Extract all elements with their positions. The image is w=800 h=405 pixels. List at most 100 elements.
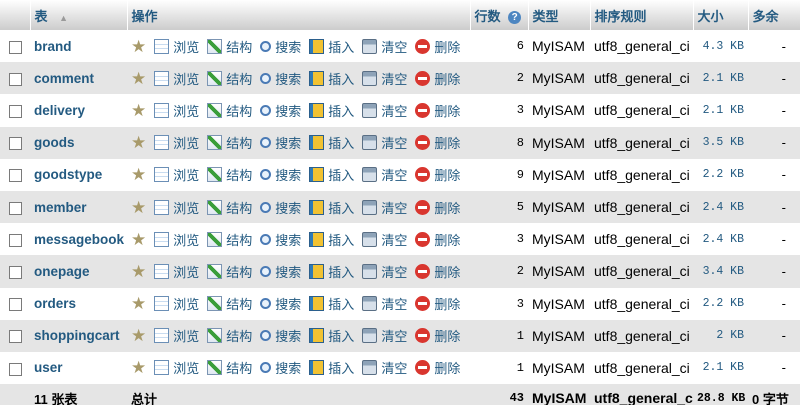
insert-label[interactable]: 插入 — [328, 165, 354, 184]
search-action[interactable]: 搜索 — [260, 294, 301, 313]
table-name-header-label[interactable]: 表 — [35, 9, 48, 24]
empty-label[interactable]: 清空 — [381, 165, 407, 184]
row-checkbox[interactable] — [9, 330, 22, 344]
empty-label[interactable]: 清空 — [381, 262, 407, 281]
search-action[interactable]: 搜索 — [260, 230, 301, 249]
empty-action[interactable]: 清空 — [362, 294, 407, 313]
drop-action[interactable]: 删除 — [415, 230, 460, 249]
table-size[interactable]: 2 KB — [693, 320, 748, 352]
structure-action[interactable]: 结构 — [207, 37, 252, 56]
browse-action[interactable]: 浏览 — [154, 198, 199, 217]
row-checkbox[interactable] — [9, 169, 22, 183]
empty-action[interactable]: 清空 — [362, 230, 407, 249]
star-icon[interactable]: ★ — [131, 295, 146, 312]
size-column-header[interactable]: 大小 — [693, 0, 749, 30]
insert-action[interactable]: 插入 — [309, 133, 354, 152]
structure-action[interactable]: 结构 — [207, 326, 252, 345]
insert-label[interactable]: 插入 — [328, 37, 354, 56]
browse-action[interactable]: 浏览 — [154, 37, 199, 56]
table-size[interactable]: 3.5 KB — [693, 127, 748, 159]
structure-action[interactable]: 结构 — [207, 358, 252, 377]
table-size[interactable]: 3.4 KB — [693, 255, 748, 287]
search-label[interactable]: 搜索 — [275, 230, 301, 249]
sort-ascending-icon[interactable]: ▲ — [59, 13, 68, 23]
structure-label[interactable]: 结构 — [226, 230, 252, 249]
star-icon[interactable]: ★ — [131, 70, 146, 87]
drop-label[interactable]: 删除 — [434, 133, 460, 152]
browse-action[interactable]: 浏览 — [154, 165, 199, 184]
structure-label[interactable]: 结构 — [226, 294, 252, 313]
structure-action[interactable]: 结构 — [207, 165, 252, 184]
search-label[interactable]: 搜索 — [275, 198, 301, 217]
browse-label[interactable]: 浏览 — [173, 69, 199, 88]
browse-label[interactable]: 浏览 — [173, 326, 199, 345]
empty-action[interactable]: 清空 — [362, 198, 407, 217]
structure-action[interactable]: 结构 — [207, 262, 252, 281]
search-action[interactable]: 搜索 — [260, 326, 301, 345]
row-checkbox[interactable] — [9, 298, 22, 312]
rows-column-header[interactable]: 行数 ? — [470, 0, 529, 30]
table-name-link[interactable]: onepage — [34, 264, 90, 279]
star-icon[interactable]: ★ — [131, 327, 146, 344]
structure-label[interactable]: 结构 — [226, 165, 252, 184]
structure-label[interactable]: 结构 — [226, 133, 252, 152]
drop-action[interactable]: 删除 — [415, 133, 460, 152]
structure-action[interactable]: 结构 — [207, 133, 252, 152]
search-action[interactable]: 搜索 — [260, 37, 301, 56]
browse-action[interactable]: 浏览 — [154, 133, 199, 152]
search-action[interactable]: 搜索 — [260, 198, 301, 217]
structure-label[interactable]: 结构 — [226, 37, 252, 56]
empty-action[interactable]: 清空 — [362, 133, 407, 152]
drop-action[interactable]: 删除 — [415, 294, 460, 313]
row-checkbox[interactable] — [9, 362, 22, 376]
star-icon[interactable]: ★ — [131, 199, 146, 216]
search-label[interactable]: 搜索 — [275, 101, 301, 120]
structure-action[interactable]: 结构 — [207, 101, 252, 120]
insert-action[interactable]: 插入 — [309, 294, 354, 313]
table-size[interactable]: 2.4 KB — [693, 191, 748, 223]
browse-label[interactable]: 浏览 — [173, 294, 199, 313]
drop-action[interactable]: 删除 — [415, 165, 460, 184]
insert-label[interactable]: 插入 — [328, 69, 354, 88]
row-checkbox[interactable] — [9, 72, 22, 86]
browse-action[interactable]: 浏览 — [154, 262, 199, 281]
browse-label[interactable]: 浏览 — [173, 37, 199, 56]
table-name-link[interactable]: user — [34, 360, 63, 375]
row-checkbox[interactable] — [9, 201, 22, 215]
search-label[interactable]: 搜索 — [275, 133, 301, 152]
star-icon[interactable]: ★ — [131, 359, 146, 376]
collation-column-header[interactable]: 排序规则 — [590, 0, 694, 30]
type-column-header[interactable]: 类型 — [528, 0, 591, 30]
search-label[interactable]: 搜索 — [275, 294, 301, 313]
table-size[interactable]: 2.1 KB — [693, 352, 748, 384]
structure-action[interactable]: 结构 — [207, 294, 252, 313]
drop-label[interactable]: 删除 — [434, 326, 460, 345]
browse-label[interactable]: 浏览 — [173, 133, 199, 152]
empty-action[interactable]: 清空 — [362, 69, 407, 88]
collation-header-label[interactable]: 排序规则 — [595, 9, 647, 24]
table-size[interactable]: 2.2 KB — [693, 288, 748, 320]
insert-action[interactable]: 插入 — [309, 198, 354, 217]
rows-header-label[interactable]: 行数 — [475, 9, 501, 24]
browse-action[interactable]: 浏览 — [154, 326, 199, 345]
row-checkbox[interactable] — [9, 40, 22, 54]
drop-action[interactable]: 删除 — [415, 358, 460, 377]
table-size[interactable]: 2.4 KB — [693, 223, 748, 255]
search-label[interactable]: 搜索 — [275, 165, 301, 184]
search-action[interactable]: 搜索 — [260, 69, 301, 88]
structure-label[interactable]: 结构 — [226, 358, 252, 377]
search-action[interactable]: 搜索 — [260, 165, 301, 184]
table-name-link[interactable]: shoppingcart — [34, 328, 120, 343]
insert-action[interactable]: 插入 — [309, 69, 354, 88]
table-size[interactable]: 2.1 KB — [693, 94, 748, 126]
overhead-column-header[interactable]: 多余 — [748, 0, 800, 30]
table-name-link[interactable]: goodstype — [34, 167, 102, 182]
table-name-link[interactable]: orders — [34, 296, 76, 311]
insert-action[interactable]: 插入 — [309, 358, 354, 377]
drop-label[interactable]: 删除 — [434, 198, 460, 217]
search-label[interactable]: 搜索 — [275, 326, 301, 345]
drop-label[interactable]: 删除 — [434, 230, 460, 249]
insert-label[interactable]: 插入 — [328, 294, 354, 313]
browse-label[interactable]: 浏览 — [173, 230, 199, 249]
insert-label[interactable]: 插入 — [328, 198, 354, 217]
